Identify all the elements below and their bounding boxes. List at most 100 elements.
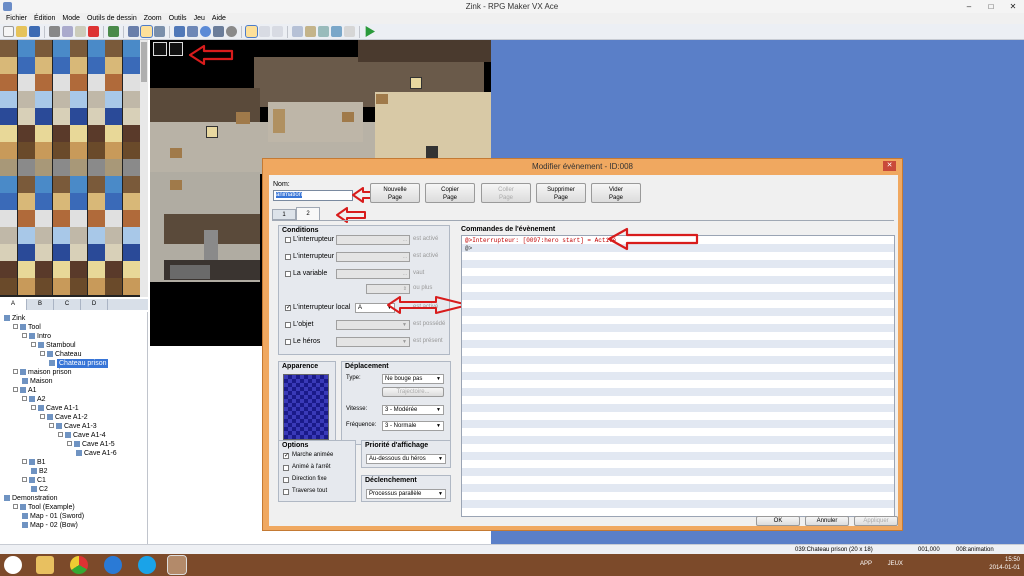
tile-swatch[interactable]: [105, 244, 122, 261]
tile-swatch[interactable]: [70, 108, 87, 125]
tile-swatch[interactable]: [17, 244, 35, 261]
paste-page-button[interactable]: Coller Page: [481, 183, 531, 203]
tile-swatch[interactable]: [105, 227, 122, 244]
tile-swatch[interactable]: [70, 227, 87, 244]
tile-swatch[interactable]: [35, 74, 52, 91]
tile-swatch[interactable]: [70, 57, 87, 74]
frequency-select[interactable]: 3 - Normale ▼: [382, 421, 444, 431]
tile-swatch[interactable]: [52, 227, 70, 244]
tile-swatch[interactable]: [87, 40, 105, 57]
rectangle-icon[interactable]: [187, 26, 198, 37]
tree-item[interactable]: Cave A1-5: [67, 440, 115, 449]
tile-swatch[interactable]: [105, 159, 122, 176]
tileset-scrollbar[interactable]: [140, 40, 148, 297]
tile-swatch[interactable]: [17, 193, 35, 210]
maximize-button[interactable]: □: [980, 0, 1002, 13]
tree-item[interactable]: Stamboul: [31, 341, 76, 350]
undo-icon[interactable]: [108, 26, 119, 37]
switch2-select[interactable]: ...: [336, 252, 410, 262]
tree-item[interactable]: Chateau prison: [49, 359, 109, 368]
tab-page-2[interactable]: 2: [296, 207, 320, 220]
event-commands-list[interactable]: @>Interrupteur: [0097:hero start] = Acti…: [461, 235, 895, 517]
tile-swatch[interactable]: [35, 227, 52, 244]
menu-outils-dessin[interactable]: Outils de dessin: [84, 13, 140, 24]
resource-manager-icon[interactable]: [305, 26, 316, 37]
priority-select[interactable]: Au-dessous du héros ▼: [366, 454, 446, 464]
ellipse-icon[interactable]: [200, 26, 211, 37]
switch2-checkbox[interactable]: [285, 254, 291, 260]
tree-item[interactable]: B1: [22, 458, 46, 467]
command-line[interactable]: @>Interrupteur: [0097:hero start] = Acti…: [465, 237, 616, 245]
tile-swatch[interactable]: [122, 193, 140, 210]
event-marker[interactable]: [153, 42, 167, 56]
tile-swatch[interactable]: [35, 125, 52, 142]
delete-page-button[interactable]: Supprimer Page: [536, 183, 586, 203]
play-test-icon[interactable]: [365, 26, 375, 37]
expander-icon[interactable]: [49, 423, 54, 428]
tile-swatch[interactable]: [87, 57, 105, 74]
tile-swatch[interactable]: [17, 176, 35, 193]
tile-swatch[interactable]: [70, 210, 87, 227]
tile-swatch[interactable]: [105, 193, 122, 210]
switch1-checkbox[interactable]: [285, 237, 291, 243]
tree-item[interactable]: Cave A1-1: [31, 404, 79, 413]
clear-page-button[interactable]: Vider Page: [591, 183, 641, 203]
tree-item[interactable]: B2: [31, 467, 48, 476]
tree-item[interactable]: Chateau: [40, 350, 81, 359]
tile-swatch[interactable]: [122, 125, 140, 142]
trigger-select[interactable]: Processus parallèle ▼: [366, 489, 446, 499]
region-mode-icon[interactable]: [154, 26, 165, 37]
tile-swatch[interactable]: [17, 57, 35, 74]
expander-icon[interactable]: [40, 351, 45, 356]
menu-mode[interactable]: Mode: [59, 13, 83, 24]
tile-swatch[interactable]: [87, 176, 105, 193]
delete-icon[interactable]: [88, 26, 99, 37]
shadow-pen-icon[interactable]: [226, 26, 237, 37]
speed-select[interactable]: 3 - Modérée ▼: [382, 405, 444, 415]
tile-swatch[interactable]: [52, 176, 70, 193]
tile-swatch[interactable]: [0, 210, 17, 227]
tab-page-1[interactable]: 1: [272, 209, 296, 220]
tile-swatch[interactable]: [70, 244, 87, 261]
map-mode-icon[interactable]: [128, 26, 139, 37]
tile-swatch[interactable]: [87, 278, 105, 295]
tile-swatch[interactable]: [122, 91, 140, 108]
tab-tileset-b[interactable]: B: [27, 299, 54, 310]
tile-swatch[interactable]: [52, 261, 70, 278]
dialog-close-button[interactable]: ✕: [883, 161, 896, 171]
tile-swatch[interactable]: [122, 57, 140, 74]
tile-swatch[interactable]: [0, 244, 17, 261]
tile-swatch[interactable]: [70, 159, 87, 176]
chrome-icon[interactable]: [70, 556, 88, 574]
tile-swatch[interactable]: [35, 278, 52, 295]
tree-item[interactable]: A2: [22, 395, 46, 404]
zoom-half-icon[interactable]: [259, 26, 270, 37]
close-window-button[interactable]: ✕: [1002, 0, 1024, 13]
expander-icon[interactable]: [22, 396, 27, 401]
tile-swatch[interactable]: [87, 125, 105, 142]
tile-swatch[interactable]: [17, 261, 35, 278]
menu-fichier[interactable]: Fichier: [3, 13, 30, 24]
minimize-button[interactable]: –: [958, 0, 980, 13]
variable-select[interactable]: ...: [336, 269, 410, 279]
tile-swatch[interactable]: [122, 40, 140, 57]
self-switch-checkbox[interactable]: ✓: [285, 305, 291, 311]
expander-icon[interactable]: [31, 405, 36, 410]
tile-swatch[interactable]: [70, 91, 87, 108]
item-checkbox[interactable]: [285, 322, 291, 328]
new-page-button[interactable]: Nouvelle Page: [370, 183, 420, 203]
direction-fix-checkbox[interactable]: [283, 477, 289, 483]
tile-swatch[interactable]: [70, 278, 87, 295]
cancel-button[interactable]: Annuler: [805, 516, 849, 526]
internet-explorer-icon[interactable]: [104, 556, 122, 574]
tile-swatch[interactable]: [105, 125, 122, 142]
tile-swatch[interactable]: [105, 40, 122, 57]
tile-swatch[interactable]: [105, 57, 122, 74]
tile-swatch[interactable]: [52, 244, 70, 261]
tile-swatch[interactable]: [122, 210, 140, 227]
scrollbar-thumb[interactable]: [141, 42, 147, 82]
tile-swatch[interactable]: [17, 227, 35, 244]
sound-test-icon[interactable]: [331, 26, 342, 37]
event-marker[interactable]: [169, 42, 183, 56]
tile-swatch[interactable]: [52, 108, 70, 125]
